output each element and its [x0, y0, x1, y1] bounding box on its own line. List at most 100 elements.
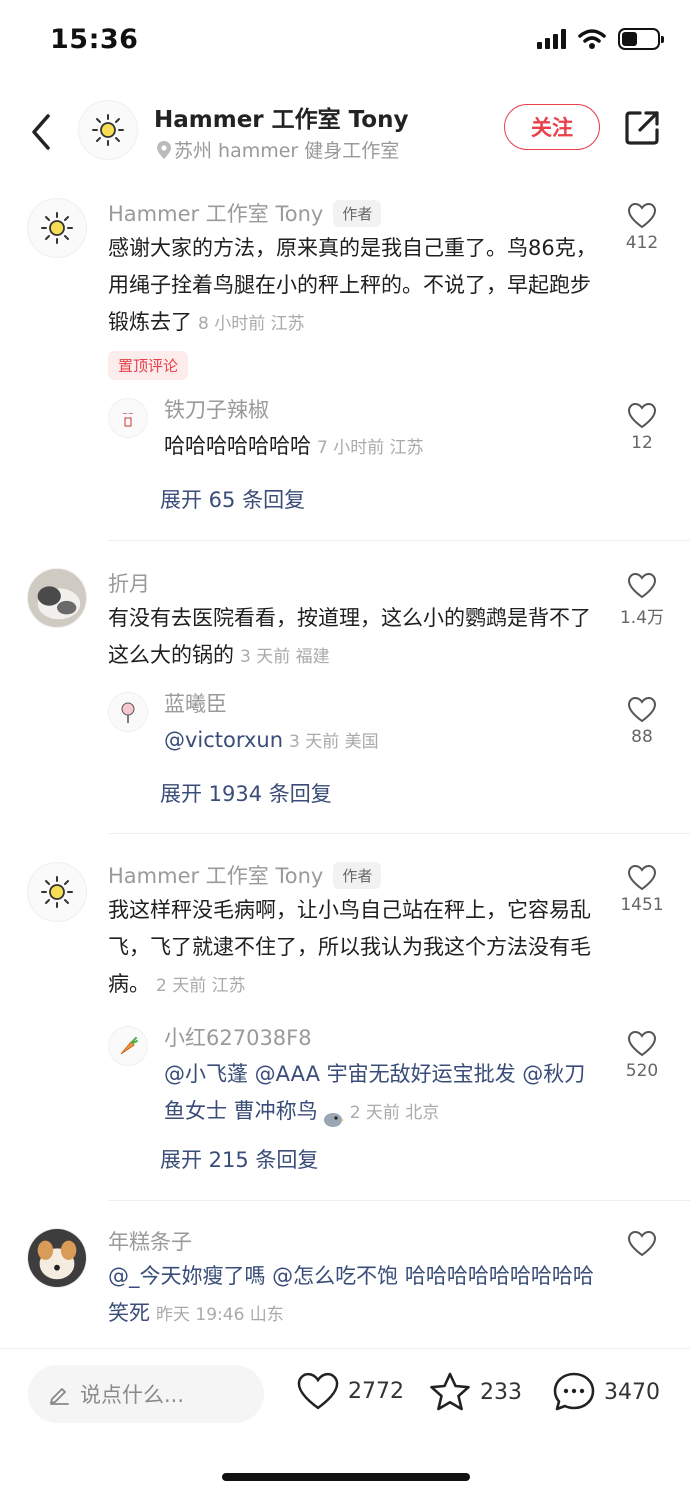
- like-count: 12: [631, 433, 653, 453]
- avatar[interactable]: [27, 862, 87, 922]
- reply-text: @victorxun 3 天前 美国: [164, 722, 594, 761]
- comment-content: 感谢大家的方法，原来真的是我自己重了。鸟86克，用绳子拴着鸟腿在小的秤上秤的。不…: [108, 236, 597, 334]
- comment-text: 我这样秤没毛病啊，让小鸟自己站在秤上，它容易乱飞，飞了就逮不住了，所以我认为我这…: [108, 892, 598, 1005]
- expand-replies-button[interactable]: 展开 215 条回复: [160, 1144, 318, 1174]
- header-location[interactable]: 苏州 hammer 健身工作室: [156, 136, 399, 163]
- header: Hammer 工作室 Tony 苏州 hammer 健身工作室 关注: [0, 88, 690, 178]
- back-icon[interactable]: [24, 110, 60, 154]
- reply-text: 哈哈哈哈哈哈哈 7 小时前 江苏: [164, 428, 594, 467]
- signal-icon: [537, 29, 566, 49]
- svg-text:~~: ~~: [122, 410, 134, 418]
- home-indicator[interactable]: [222, 1473, 470, 1481]
- share-icon[interactable]: [622, 108, 662, 148]
- comment-text: 有没有去医院看看，按道理，这么小的鹦鹉是背不了这么大的锅的 3 天前 福建: [108, 600, 598, 676]
- author-tag: 作者: [333, 861, 382, 889]
- avatar[interactable]: [108, 1026, 148, 1066]
- reply-meta: 3 天前 美国: [289, 732, 379, 752]
- like-button[interactable]: [616, 1230, 668, 1257]
- heart-icon: [297, 1372, 339, 1410]
- like-post-button[interactable]: 2772: [296, 1371, 404, 1411]
- status-time: 15:36: [50, 24, 139, 55]
- reply-content[interactable]: @victorxun: [164, 728, 283, 752]
- like-button[interactable]: 88: [616, 696, 668, 747]
- avatar[interactable]: [108, 692, 148, 732]
- comment-post-button[interactable]: 3470: [552, 1371, 660, 1413]
- comment-author[interactable]: 年糕条子: [108, 1226, 598, 1256]
- post-comment-count: 3470: [604, 1379, 660, 1405]
- divider: [108, 833, 690, 834]
- reply-content: 哈哈哈哈哈哈哈: [164, 434, 311, 458]
- reply-meta: 7 小时前 江苏: [317, 438, 424, 458]
- comment-author[interactable]: Hammer 工作室 Tony 作者: [108, 198, 598, 228]
- like-count: 520: [625, 1061, 659, 1081]
- reply-text: @小飞蓬 @AAA 宇宙无敌好运宝批发 @秋刀鱼女士 曹冲称鸟 2 天前 北京: [164, 1056, 594, 1132]
- follow-button[interactable]: 关注: [504, 104, 600, 150]
- sun-icon: [41, 212, 73, 244]
- comment-author[interactable]: Hammer 工作室 Tony 作者: [108, 860, 598, 890]
- heart-icon: [627, 696, 657, 723]
- lollipop-icon: [121, 702, 135, 723]
- comment-content: 有没有去医院看看，按道理，这么小的鹦鹉是背不了这么大的锅的: [108, 606, 591, 667]
- calligraphy-icon: ~~: [122, 410, 134, 427]
- like-button[interactable]: 520: [616, 1030, 668, 1081]
- comment-meta: 8 小时前 江苏: [198, 314, 305, 334]
- comment-meta: 3 天前 福建: [240, 647, 330, 667]
- expand-replies-button[interactable]: 展开 65 条回复: [160, 484, 305, 514]
- sun-icon: [92, 114, 124, 146]
- carrot-icon: [120, 1037, 138, 1055]
- like-count: 1451: [620, 895, 664, 915]
- heart-icon: [627, 402, 657, 429]
- header-name[interactable]: Hammer 工作室 Tony: [154, 100, 408, 134]
- heart-icon: [627, 202, 657, 229]
- comment-icon: [553, 1372, 595, 1411]
- comment-list: Hammer 工作室 Tony 作者 感谢大家的方法，原来真的是我自己重了。鸟8…: [0, 188, 690, 1348]
- divider: [108, 1200, 690, 1201]
- reply-author[interactable]: 铁刀子辣椒: [164, 394, 594, 424]
- like-count: 88: [631, 727, 653, 747]
- bird-emoji-icon: [322, 1103, 344, 1127]
- author-name: Hammer 工作室 Tony: [108, 864, 324, 888]
- dog-avatar-icon: [28, 1229, 86, 1287]
- reply-meta: 2 天前 北京: [349, 1103, 440, 1123]
- battery-icon: [618, 28, 664, 50]
- avatar[interactable]: [27, 198, 87, 258]
- status-icons: [537, 28, 664, 50]
- expand-replies-button[interactable]: 展开 1934 条回复: [160, 778, 332, 808]
- avatar[interactable]: ~~: [108, 398, 148, 438]
- avatar[interactable]: [27, 1228, 87, 1288]
- heart-icon: [627, 1230, 657, 1257]
- location-icon: [157, 140, 171, 159]
- comment-meta: 2 天前 江苏: [156, 976, 246, 996]
- like-button[interactable]: 12: [616, 402, 668, 453]
- post-star-count: 233: [480, 1379, 522, 1405]
- pencil-icon: [50, 1388, 69, 1405]
- location-text: 苏州 hammer 健身工作室: [174, 140, 400, 162]
- comment-input[interactable]: 说点什么...: [28, 1365, 264, 1423]
- cat-avatar-icon: [28, 569, 86, 627]
- like-count: 1.4万: [619, 608, 665, 628]
- reply-author[interactable]: 蓝曦臣: [164, 688, 594, 718]
- like-button[interactable]: 1.4万: [616, 572, 668, 628]
- avatar[interactable]: [78, 100, 138, 160]
- like-count: 412: [625, 233, 659, 253]
- bottom-bar: 说点什么... 2772 233 3470: [0, 1348, 690, 1493]
- reply-author[interactable]: 小红627038F8: [164, 1022, 594, 1052]
- heart-icon: [627, 1030, 657, 1057]
- star-icon: [430, 1372, 470, 1411]
- comment-text: @_今天妳瘦了嗎 @怎么吃不饱 哈哈哈哈哈哈哈哈哈笑死 昨天 19:46 山东: [108, 1258, 598, 1334]
- comment-meta: 昨天 19:46 山东: [156, 1305, 284, 1325]
- post-like-count: 2772: [348, 1378, 404, 1404]
- author-tag: 作者: [333, 199, 382, 227]
- comment-text: 感谢大家的方法，原来真的是我自己重了。鸟86克，用绳子拴着鸟腿在小的秤上秤的。不…: [108, 230, 598, 343]
- star-post-button[interactable]: 233: [428, 1371, 522, 1413]
- status-bar: 15:36: [0, 0, 690, 84]
- pinned-tag: 置顶评论: [108, 351, 189, 380]
- comment-author[interactable]: 折月: [108, 568, 598, 598]
- avatar[interactable]: [27, 568, 87, 628]
- like-button[interactable]: 1451: [616, 864, 668, 915]
- divider: [108, 540, 690, 541]
- heart-icon: [627, 864, 657, 891]
- author-name: Hammer 工作室 Tony: [108, 202, 324, 226]
- like-button[interactable]: 412: [616, 202, 668, 253]
- wifi-icon: [578, 29, 606, 49]
